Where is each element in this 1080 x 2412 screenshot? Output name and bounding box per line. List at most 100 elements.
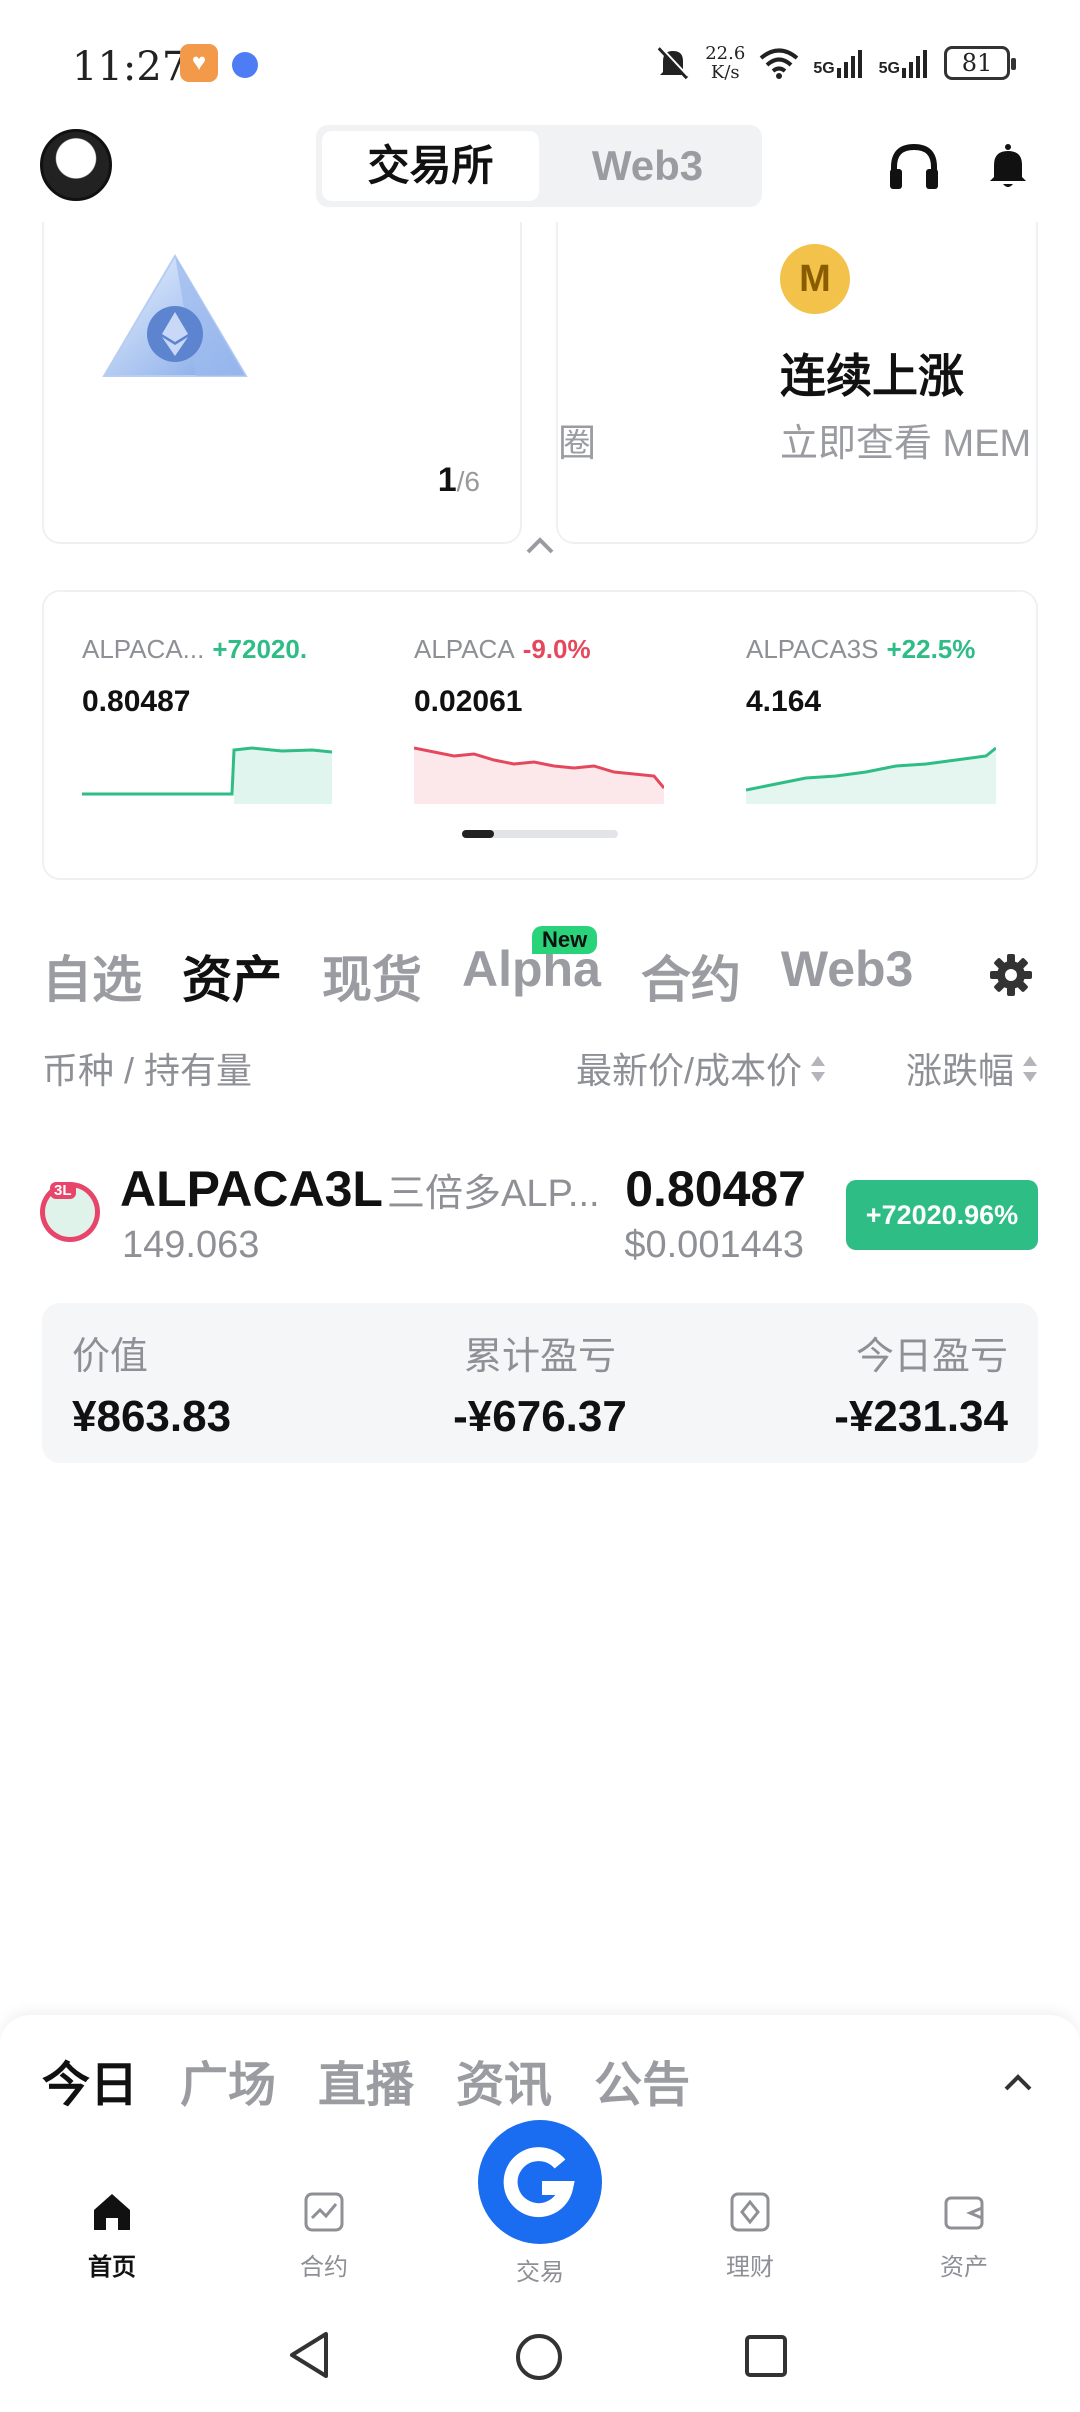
nav-futures[interactable]: 合约 [254,2190,394,2282]
column-change-label: 涨跌幅 [905,1050,1014,1091]
app-notification-icon: ♥ [180,44,218,82]
earn-icon [730,2192,770,2232]
ticker-item[interactable]: ALPACA -9.0% 0.02061 [414,634,664,719]
avatar[interactable] [40,129,112,201]
tab-news[interactable]: 资讯 [456,2045,552,2115]
tab-square[interactable]: 广场 [180,2045,276,2115]
ticker-item[interactable]: ALPACA3S +22.5% 4.164 [746,634,996,719]
asset-row[interactable]: 3L ALPACA3L 三倍多ALP... 149.063 0.80487 $0.… [0,1150,1080,1280]
alpaca-coin-icon: 3L [40,1182,100,1242]
signal-2-label: 5G [878,60,900,77]
news-tabs: 今日 广场 直播 资讯 公告 [42,2045,690,2115]
tab-spot[interactable]: 现货 [322,940,422,1010]
ticker-item[interactable]: ALPACA... +72020. 0.80487 [82,634,332,719]
tab-futures[interactable]: 合约 [641,940,741,1010]
tab-assets[interactable]: 资产 [182,940,282,1010]
chevron-up-icon[interactable] [1002,2071,1034,2093]
nav-home-label: 首页 [88,2254,136,2281]
segment-exchange[interactable]: 交易所 [322,131,539,201]
promo-subtitle: 立即查看 MEM [780,423,1032,465]
change-badge[interactable]: +72020.96% [846,1180,1038,1250]
signal-1: 5G [813,48,864,78]
sort-icon[interactable] [810,1054,826,1084]
app-screen: 11:27 ♥ 22.6 K/s 5G 5G 81 交易所 Web3 1/6 圈… [0,0,1080,2412]
carousel-indicator [462,830,618,838]
asset-description: 三倍多ALP... [386,1173,600,1215]
ticker-change: +22.5% [886,634,976,664]
gear-icon[interactable] [990,954,1032,996]
summary-total-pnl: 累计盈亏 -¥676.37 [440,1325,640,1442]
asset-summary: 价值 ¥863.83 累计盈亏 -¥676.37 今日盈亏 -¥231.34 [42,1303,1038,1463]
summary-value-label: 价值 [72,1336,149,1378]
summary-today-pnl: 今日盈亏 -¥231.34 [834,1325,1008,1442]
ticker-price: 0.02061 [414,685,523,718]
ticker-change: -9.0% [522,634,591,664]
segment-web3[interactable]: Web3 [539,131,756,201]
trade-button[interactable] [478,2120,602,2244]
summary-pnl-label: 累计盈亏 [463,1336,616,1378]
top-header: 交易所 Web3 [0,125,1080,225]
ticker-carousel[interactable]: ALPACA... +72020. 0.80487 ALPACA -9.0% 0.0… [42,590,1038,880]
system-nav-bar [0,2300,1080,2412]
tab-live[interactable]: 直播 [318,2045,414,2115]
headset-support-icon[interactable] [886,139,942,195]
status-time: 11:27 [72,44,188,90]
home-circle-icon[interactable] [514,2332,564,2382]
summary-today-label: 今日盈亏 [855,1336,1008,1378]
column-price[interactable]: 最新价/成本价 [576,1042,802,1094]
mute-bell-icon [657,45,689,80]
signal-bars-icon [902,50,927,78]
tab-favorites[interactable]: 自选 [42,940,142,1010]
asset-column-header: 币种 / 持有量 最新价/成本价 涨跌幅 [42,1042,1038,1096]
column-change[interactable]: 涨跌幅 [906,1042,1014,1094]
ticker-name: ALPACA [414,634,515,664]
home-icon [94,2194,130,2230]
new-badge: New [532,926,598,954]
column-price-label: 最新价/成本价 [575,1050,802,1091]
ticker-name: ALPACA... [82,634,205,664]
summary-today-amount: -¥231.34 [834,1392,1008,1441]
back-icon[interactable] [286,2330,332,2380]
notification-dot-icon [232,52,258,78]
tab-announcement[interactable]: 公告 [594,2045,690,2115]
signal-2: 5G [879,48,930,78]
tab-today[interactable]: 今日 [42,2045,138,2115]
exchange-web3-switch: 交易所 Web3 [316,125,762,207]
promo-card-meme[interactable]: 圈 M 连续上涨 立即查看 MEM [556,222,1038,544]
notification-bell-icon[interactable] [980,139,1036,195]
nav-futures-label: 合约 [300,2254,348,2281]
sort-icon[interactable] [1022,1054,1038,1084]
asset-cost: $0.001443 [624,1224,804,1266]
nav-earn[interactable]: 理财 [680,2190,820,2282]
summary-pnl-amount: -¥676.37 [453,1392,627,1441]
tab-web3[interactable]: Web3 [781,940,913,1010]
ticker-change: +72020. [212,634,308,664]
promo-card-ethereum[interactable]: 1/6 [42,222,522,544]
signal-1-label: 5G [813,60,835,77]
nav-earn-label: 理财 [726,2254,774,2281]
ethereum-pyramid-icon [102,254,248,377]
promo-title: 连续上涨 [780,350,964,402]
battery-indicator: 81 [944,46,1016,80]
status-bar: 11:27 ♥ 22.6 K/s 5G 5G 81 [0,0,1080,130]
chevron-up-icon[interactable] [524,534,556,556]
market-tabs: 自选 资产 现货 Alpha New 合约 Web3 [42,926,913,1010]
nav-assets[interactable]: 资产 [894,2190,1034,2282]
asset-symbol-text: ALPACA3L [120,1161,383,1217]
nav-home[interactable]: 首页 [42,2190,182,2282]
asset-symbol: ALPACA3L 三倍多ALP... [120,1160,600,1218]
summary-value-amount: ¥863.83 [72,1392,232,1441]
recents-icon[interactable] [744,2334,788,2378]
wallet-icon [944,2196,984,2230]
tab-alpha[interactable]: Alpha New [462,926,601,1010]
signal-bars-icon [836,50,862,78]
ticker-name: ALPACA3S [746,634,879,664]
promo-pager: 1/6 [438,461,480,500]
ticker-price: 0.80487 [82,685,191,718]
meme-coin-icon: M [780,244,850,314]
trade-logo-icon [503,2147,575,2218]
pager-total: /6 [456,466,480,497]
nav-assets-label: 资产 [940,2254,988,2281]
summary-value: 价值 ¥863.83 [72,1325,231,1442]
network-speed: 22.6 K/s [705,44,745,82]
